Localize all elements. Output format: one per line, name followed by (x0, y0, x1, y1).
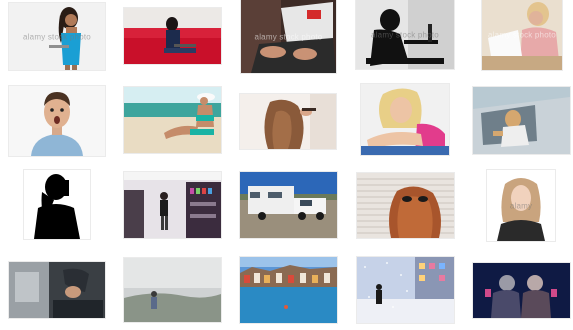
image-thumbnail-silhouette-on-phone[interactable] (24, 170, 90, 239)
thumbnail-art (9, 262, 105, 318)
image-thumbnail-hands-typing-laptop[interactable]: alamy stock photo (241, 0, 336, 73)
image-thumbnail-woman-in-car[interactable] (473, 87, 570, 154)
thumbnail-art (240, 257, 337, 323)
thumbnail-art (124, 8, 221, 64)
thumbnail-art (473, 87, 570, 154)
image-thumbnail-silhouette-at-computer[interactable]: alamy stock photo (356, 0, 454, 69)
image-thumbnail-woman-in-store[interactable] (124, 172, 221, 238)
image-thumbnail-hand-at-machine[interactable] (9, 262, 105, 318)
thumbnail-art (361, 84, 449, 155)
image-thumbnail-woman-brushing-hair[interactable] (240, 94, 336, 149)
thumbnail-art (24, 170, 90, 239)
image-thumbnail-woman-with-laptop[interactable]: alamy stock photo (9, 3, 105, 70)
image-thumbnail-rv-trailer[interactable] (240, 172, 337, 238)
image-thumbnail-harbor-town[interactable] (240, 257, 337, 323)
image-thumbnail-couple-dark[interactable] (473, 263, 570, 318)
thumbnail-art (482, 0, 562, 70)
image-thumbnail-woman-in-mist[interactable] (124, 258, 221, 322)
thumbnail-art (9, 3, 105, 70)
image-thumbnail-illustrated-woman[interactable]: alamy (487, 170, 555, 241)
image-thumbnail-woman-on-red-sofa[interactable] (124, 8, 221, 64)
image-thumbnail-surprised-man[interactable] (9, 86, 105, 156)
thumbnail-art (357, 257, 454, 323)
thumbnail-art (124, 87, 221, 153)
thumbnail-art (124, 258, 221, 322)
thumbnail-art (357, 173, 454, 238)
image-thumbnail-woman-on-beach[interactable] (124, 87, 221, 153)
image-results-grid: alamy stock photo alamy stock photo alam… (0, 0, 573, 330)
image-thumbnail-woman-reading-papers[interactable]: alamy stock photo (482, 0, 562, 70)
thumbnail-art (487, 170, 555, 241)
thumbnail-art (356, 0, 454, 69)
image-thumbnail-sad-blonde-woman[interactable] (361, 84, 449, 155)
thumbnail-art (240, 172, 337, 238)
image-thumbnail-redhead-sunglasses[interactable] (357, 173, 454, 238)
thumbnail-art (241, 0, 336, 73)
thumbnail-art (124, 172, 221, 238)
thumbnail-art (9, 86, 105, 156)
thumbnail-art (240, 94, 336, 149)
image-thumbnail-snowy-street[interactable] (357, 257, 454, 323)
thumbnail-art (473, 263, 570, 318)
